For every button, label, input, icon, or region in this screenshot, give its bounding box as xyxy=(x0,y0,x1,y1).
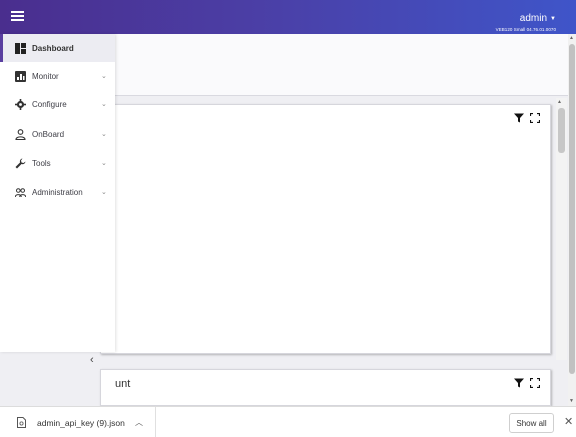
sidebar-item-label: Tools xyxy=(32,158,51,168)
sidebar-item-tools[interactable]: Tools ⌄ xyxy=(0,149,115,177)
fullscreen-icon[interactable] xyxy=(530,378,540,388)
page-scrollbar[interactable]: ▲ ▼ xyxy=(568,34,576,406)
collapse-sidebar-button[interactable]: ‹ xyxy=(90,354,94,366)
scroll-up-icon[interactable]: ▲ xyxy=(569,35,574,41)
sidebar-item-configure[interactable]: Configure ⌄ xyxy=(0,90,115,118)
user-menu[interactable]: admin ▼ xyxy=(520,13,556,24)
users-icon xyxy=(15,187,26,198)
widget-title: unt xyxy=(115,378,131,390)
wrench-icon xyxy=(15,158,26,169)
scroll-up-icon[interactable]: ▲ xyxy=(557,99,562,105)
download-item[interactable]: admin_api_key (9).json ︿ xyxy=(0,407,156,437)
onboard-icon xyxy=(15,128,26,140)
download-bar: admin_api_key (9).json ︿ Show all ✕ xyxy=(0,406,576,437)
close-icon[interactable]: ✕ xyxy=(564,415,573,428)
chevron-down-icon: ⌄ xyxy=(101,189,107,196)
download-file-name: admin_api_key (9).json xyxy=(37,417,125,428)
sidebar-item-administration[interactable]: Administration ⌄ xyxy=(0,178,115,206)
fullscreen-icon[interactable] xyxy=(530,113,540,123)
sidebar-item-label: Administration xyxy=(32,187,83,197)
widget-scrollbar[interactable]: ▲ xyxy=(556,98,567,360)
file-icon xyxy=(17,417,26,428)
sidebar-item-label: Monitor xyxy=(32,71,59,81)
scrollbar-thumb[interactable] xyxy=(569,44,575,374)
sidebar-item-label: Configure xyxy=(32,99,67,109)
filter-icon[interactable] xyxy=(514,113,524,123)
scroll-down-icon[interactable]: ▼ xyxy=(569,398,574,404)
sidebar-item-onboard[interactable]: OnBoard ⌄ xyxy=(0,120,115,148)
chevron-down-icon: ⌄ xyxy=(101,101,107,108)
dashboard-widget xyxy=(100,104,551,354)
widget-tools xyxy=(514,378,540,388)
top-bar: admin ▼ VEB120 Small 04.76.01.0070 xyxy=(0,0,576,34)
dashboard-icon xyxy=(15,42,26,54)
monitor-icon xyxy=(15,70,26,82)
sidebar-item-label: Dashboard xyxy=(32,43,74,53)
gear-icon xyxy=(15,98,26,110)
chevron-down-icon: ⌄ xyxy=(101,160,107,167)
chevron-down-icon: ⌄ xyxy=(101,73,107,80)
widget-tools xyxy=(514,113,540,123)
sidebar-item-dashboard[interactable]: Dashboard xyxy=(0,34,115,62)
dashboard-widget: unt xyxy=(100,369,551,406)
version-text: VEB120 Small 04.76.01.0070 xyxy=(495,27,556,32)
menu-icon[interactable] xyxy=(11,11,24,22)
user-name: admin xyxy=(519,13,548,24)
sidebar-item-monitor[interactable]: Monitor ⌄ xyxy=(0,62,115,90)
chevron-down-icon: ⌄ xyxy=(101,131,107,138)
filter-icon[interactable] xyxy=(514,378,524,388)
user-info: admin ▼ VEB120 Small 04.76.01.0070 xyxy=(496,8,556,32)
sidebar: Dashboard Monitor ⌄ Configure ⌄ OnBoard … xyxy=(0,34,115,366)
show-all-button[interactable]: Show all xyxy=(509,413,554,433)
chevron-down-icon: ▼ xyxy=(550,15,556,22)
chevron-up-icon[interactable]: ︿ xyxy=(135,417,143,428)
scrollbar-thumb[interactable] xyxy=(558,108,565,153)
sidebar-item-label: OnBoard xyxy=(32,129,65,139)
